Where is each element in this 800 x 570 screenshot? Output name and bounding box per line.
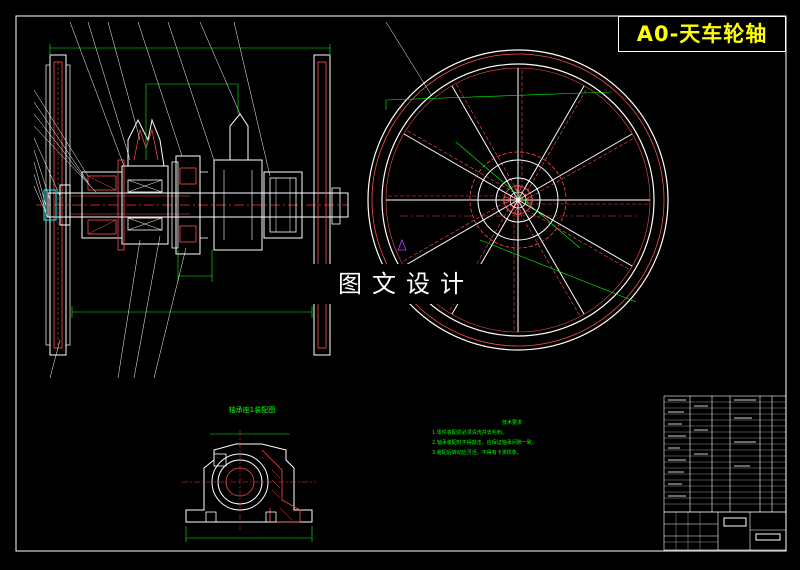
technical-notes: 技术要求 1.零件装配前必须清洗并去毛刺。 2.轴承装配时不得敲击，应保证轴承间… [432, 418, 572, 458]
note-item: 3.装配后转动应灵活，不得有卡滞现象。 [432, 450, 522, 456]
second-bearing-block [213, 113, 303, 251]
section-dimensions [49, 44, 331, 318]
section-marker [397, 238, 407, 251]
drawing-sheet: A0-天车轮轴 图文设计 轴承座1装配图 技术要求 1.零件装配前必须清洗并去毛… [0, 0, 800, 566]
drawing-title: A0-天车轮轴 [618, 16, 786, 52]
parts-list-table [663, 395, 787, 513]
bearing-view-title: 轴承座1装配图 [228, 406, 276, 414]
note-item: 2.轴承装配时不得敲击，应保证轴承间隙一致。 [432, 440, 537, 446]
shaft-section-view [33, 21, 349, 379]
bearing-seat-detail [182, 430, 316, 542]
title-block [663, 511, 787, 551]
notes-title: 技术要求 [501, 420, 522, 426]
left-wheel-rim [45, 54, 71, 356]
wheel-leader-line [385, 21, 433, 97]
note-item: 1.零件装配前必须清洗并去毛刺。 [432, 430, 507, 436]
watermark-text: 图文设计 [306, 264, 506, 304]
bearing-housing [81, 118, 169, 251]
part-leader-lines [33, 21, 271, 379]
